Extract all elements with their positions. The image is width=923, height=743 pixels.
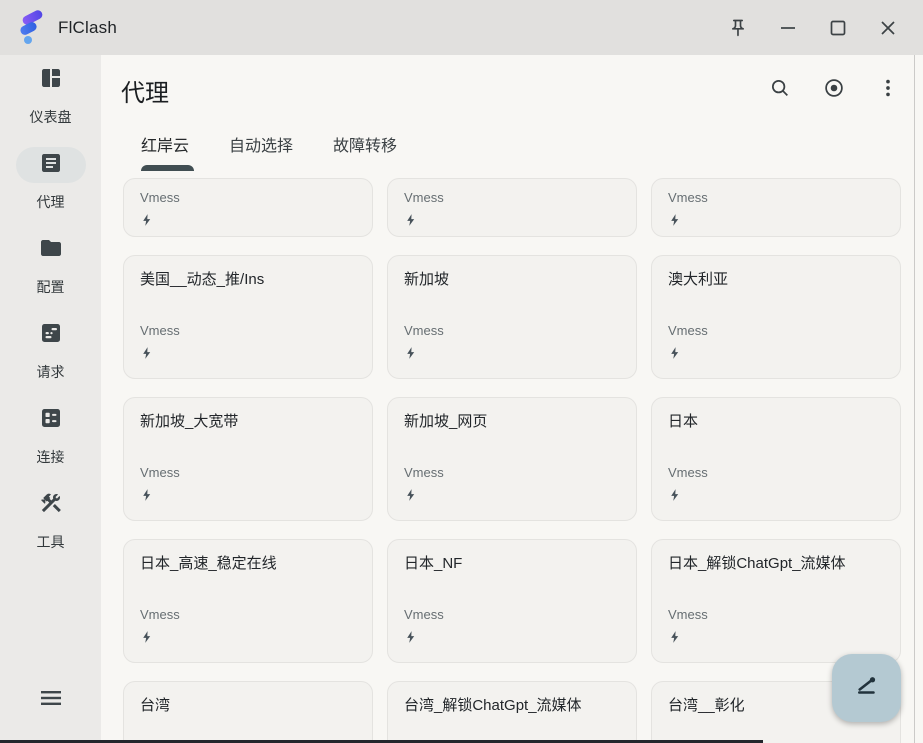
sidebar-label: 代理	[37, 192, 65, 212]
close-button[interactable]	[863, 8, 913, 48]
maximize-button[interactable]	[813, 8, 863, 48]
sidebar-label: 仪表盘	[30, 107, 72, 127]
proxy-card[interactable]: 新加坡_大宽带 Vmess	[123, 397, 373, 521]
bolt-icon	[668, 345, 884, 366]
group-tabs: 红岸云 自动选择 故障转移	[101, 117, 923, 171]
sidebar-menu-button[interactable]	[0, 687, 101, 713]
page-title: 代理	[121, 73, 169, 108]
more-vert-icon	[877, 77, 899, 104]
titlebar[interactable]: FlClash	[0, 0, 923, 55]
bolt-icon	[140, 487, 356, 508]
main-content: 代理 红岸云	[101, 55, 923, 743]
bolt-icon	[404, 629, 620, 650]
network-check-icon	[852, 671, 882, 706]
requests-icon	[39, 321, 63, 350]
sidebar-item-tools[interactable]: 工具	[0, 487, 101, 552]
bolt-icon	[668, 212, 884, 233]
tab-hongan-cloud[interactable]: 红岸云	[141, 132, 189, 156]
pin-window-button[interactable]	[713, 8, 763, 48]
bolt-icon	[140, 629, 356, 650]
page-header: 代理	[101, 55, 923, 117]
sidebar-label: 连接	[37, 447, 65, 467]
sidebar-item-connections[interactable]: 连接	[0, 402, 101, 467]
connections-icon	[39, 406, 63, 435]
tab-indicator	[141, 165, 194, 171]
tab-fallback[interactable]: 故障转移	[333, 132, 397, 156]
proxy-card[interactable]: 日本_高速_稳定在线 Vmess	[123, 539, 373, 663]
proxy-card[interactable]: 日本 Vmess	[651, 397, 901, 521]
maximize-icon	[830, 20, 846, 36]
bolt-icon	[404, 487, 620, 508]
hamburger-icon	[39, 689, 63, 712]
search-button[interactable]	[760, 70, 800, 110]
proxy-card[interactable]: Vmess	[387, 178, 637, 237]
sidebar-item-profiles[interactable]: 配置	[0, 232, 101, 297]
app-window: FlClash	[0, 0, 923, 743]
sidebar-label: 工具	[37, 532, 65, 552]
sidebar: 仪表盘 代理 配置 请求 连接	[0, 55, 101, 743]
proxy-card[interactable]: Vmess	[651, 178, 901, 237]
proxy-card[interactable]: Vmess	[123, 178, 373, 237]
sidebar-label: 请求	[37, 362, 65, 382]
bolt-icon	[140, 345, 356, 366]
bolt-icon	[668, 487, 884, 508]
sidebar-item-dashboard[interactable]: 仪表盘	[0, 62, 101, 127]
proxy-card[interactable]: 台湾 Vmess	[123, 681, 373, 743]
scrollbar-track[interactable]	[914, 55, 915, 743]
bolt-icon	[668, 629, 884, 650]
app-title: FlClash	[58, 18, 117, 38]
search-icon	[769, 77, 791, 104]
proxy-card[interactable]: 新加坡 Vmess	[387, 255, 637, 379]
proxy-card[interactable]: 台湾_解锁ChatGpt_流媒体 Vmess	[387, 681, 637, 743]
minimize-button[interactable]	[763, 8, 813, 48]
proxy-mode-button[interactable]	[814, 70, 854, 110]
tab-auto-select[interactable]: 自动选择	[229, 132, 293, 156]
proxy-grid-scroll[interactable]: Vmess Vmess Vmess 美国__动态_推/Ins Vmess	[101, 178, 923, 743]
test-delay-fab[interactable]	[832, 654, 901, 722]
flclash-logo-icon	[15, 10, 49, 46]
more-options-button[interactable]	[868, 70, 908, 110]
minimize-icon	[780, 20, 796, 36]
radio-target-icon	[823, 77, 845, 104]
bolt-icon	[140, 212, 356, 233]
folder-icon	[39, 236, 63, 265]
window-controls	[713, 8, 913, 48]
bolt-icon	[404, 212, 620, 233]
proxy-card[interactable]: 美国__动态_推/Ins Vmess	[123, 255, 373, 379]
pin-icon	[728, 18, 748, 38]
proxy-grid: Vmess Vmess Vmess 美国__动态_推/Ins Vmess	[123, 178, 901, 743]
dashboard-icon	[39, 66, 63, 95]
proxy-card[interactable]: 新加坡_网页 Vmess	[387, 397, 637, 521]
proxy-card[interactable]: 澳大利亚 Vmess	[651, 255, 901, 379]
close-icon	[880, 20, 896, 36]
sidebar-item-requests[interactable]: 请求	[0, 317, 101, 382]
proxy-card[interactable]: 日本_解锁ChatGpt_流媒体 Vmess	[651, 539, 901, 663]
sidebar-item-proxies[interactable]: 代理	[0, 147, 101, 212]
tools-icon	[39, 491, 63, 520]
proxy-card[interactable]: 日本_NF Vmess	[387, 539, 637, 663]
header-actions	[760, 70, 908, 110]
bolt-icon	[404, 345, 620, 366]
sidebar-label: 配置	[37, 277, 65, 297]
proxies-icon	[39, 151, 63, 180]
